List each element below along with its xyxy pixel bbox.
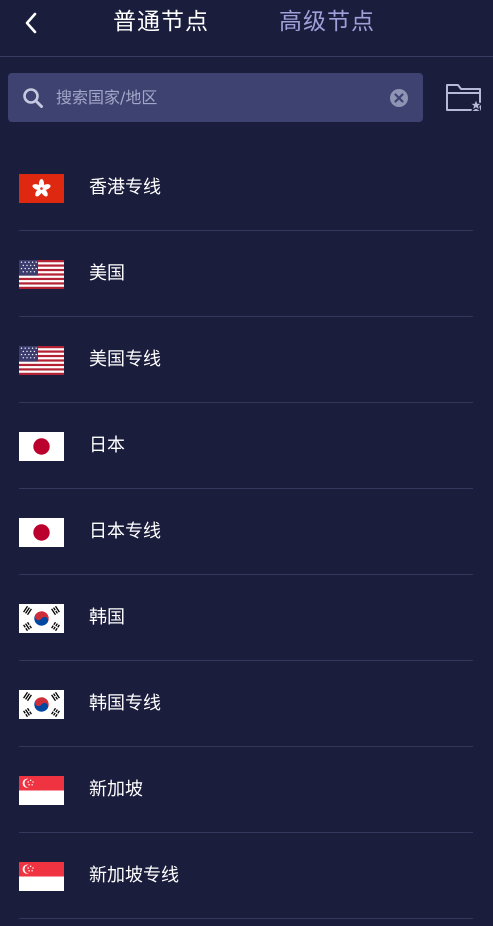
- divider: [19, 918, 473, 919]
- list-item[interactable]: 美国专线: [0, 317, 493, 403]
- region-label: 新加坡专线: [89, 865, 179, 886]
- region-label: 韩国: [89, 607, 125, 628]
- back-button[interactable]: [14, 6, 48, 40]
- region-label: 美国专线: [89, 349, 161, 370]
- list-item[interactable]: 日本: [0, 403, 493, 489]
- region-label: 新加坡: [89, 779, 143, 800]
- sg-flag-icon: [19, 776, 64, 805]
- favorites-folder-icon[interactable]: [444, 78, 484, 116]
- kr-flag-icon: [19, 690, 64, 719]
- region-label: 香港专线: [89, 177, 161, 198]
- list-item[interactable]: 韩国: [0, 575, 493, 661]
- list-item[interactable]: 韩国专线: [0, 661, 493, 747]
- jp-flag-icon: [19, 432, 64, 461]
- sg-flag-icon: [19, 862, 64, 891]
- list-item[interactable]: 新加坡: [0, 747, 493, 833]
- region-label: 韩国专线: [89, 693, 161, 714]
- clear-icon[interactable]: [389, 88, 409, 108]
- tab-normal-nodes[interactable]: 普通节点: [113, 4, 209, 40]
- hk-flag-icon: [19, 174, 64, 203]
- search-input[interactable]: [56, 73, 376, 122]
- search-icon: [23, 88, 43, 108]
- list-item[interactable]: 美国: [0, 231, 493, 317]
- chevron-left-icon: [25, 12, 37, 34]
- top-bar: 普通节点 高级节点: [0, 0, 493, 57]
- jp-flag-icon: [19, 518, 64, 547]
- list-item[interactable]: 新加坡专线: [0, 833, 493, 919]
- us-flag-icon: [19, 346, 64, 375]
- region-list: 香港专线 美国 美国专线 日本 日本专线 韩国 韩国专线 新加坡 新加坡专线: [0, 145, 493, 919]
- tab-advanced-nodes[interactable]: 高级节点: [279, 4, 375, 40]
- kr-flag-icon: [19, 604, 64, 633]
- region-label: 日本专线: [89, 521, 161, 542]
- region-label: 日本: [89, 435, 125, 456]
- list-item[interactable]: 香港专线: [0, 145, 493, 231]
- us-flag-icon: [19, 260, 64, 289]
- list-item[interactable]: 日本专线: [0, 489, 493, 575]
- region-label: 美国: [89, 263, 125, 284]
- search-bar: [8, 73, 423, 122]
